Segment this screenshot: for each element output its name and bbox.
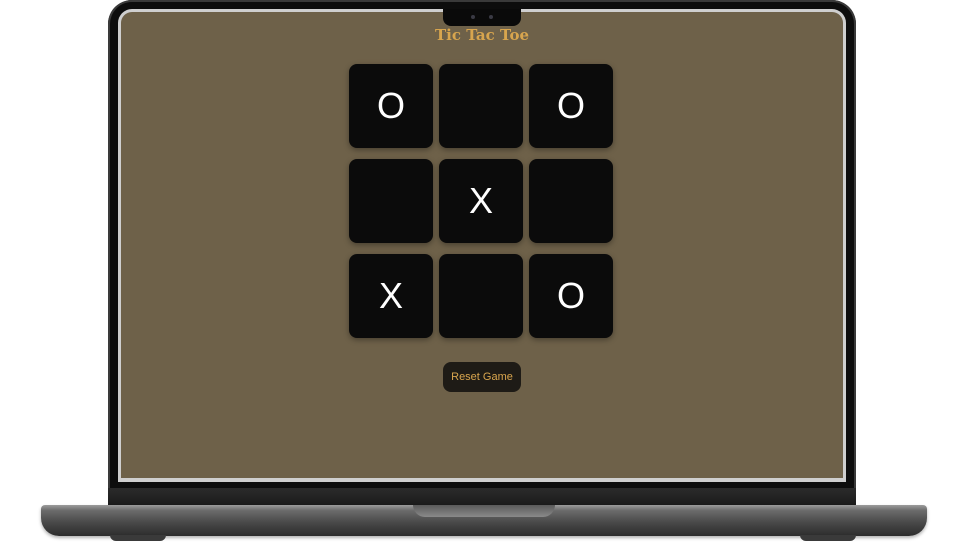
board-cell-6[interactable] [529,159,613,243]
sensor-icon [489,15,493,19]
board-cell-8[interactable] [439,254,523,338]
laptop-mockup: Tic Tac Toe O O X X O Reset Game [0,0,968,548]
board-cell-5[interactable]: X [439,159,523,243]
reset-game-button[interactable]: Reset Game [443,362,521,392]
app-screen: Tic Tac Toe O O X X O Reset Game [121,12,843,478]
board-cell-9[interactable]: O [529,254,613,338]
screen-bezel: Tic Tac Toe O O X X O Reset Game [118,9,846,482]
game-board: O O X X O [349,64,615,338]
laptop-hinge [108,488,856,506]
board-cell-4[interactable] [349,159,433,243]
camera-notch [443,9,521,26]
page-title: Tic Tac Toe [434,26,529,44]
laptop-foot-left [110,535,166,541]
laptop-base [41,505,927,536]
board-cell-2[interactable] [439,64,523,148]
laptop-foot-right [800,535,856,541]
board-cell-3[interactable]: O [529,64,613,148]
laptop-lid: Tic Tac Toe O O X X O Reset Game [108,0,856,492]
lid-opening-notch [413,505,555,517]
board-cell-1[interactable]: O [349,64,433,148]
camera-icon [471,15,475,19]
board-cell-7[interactable]: X [349,254,433,338]
